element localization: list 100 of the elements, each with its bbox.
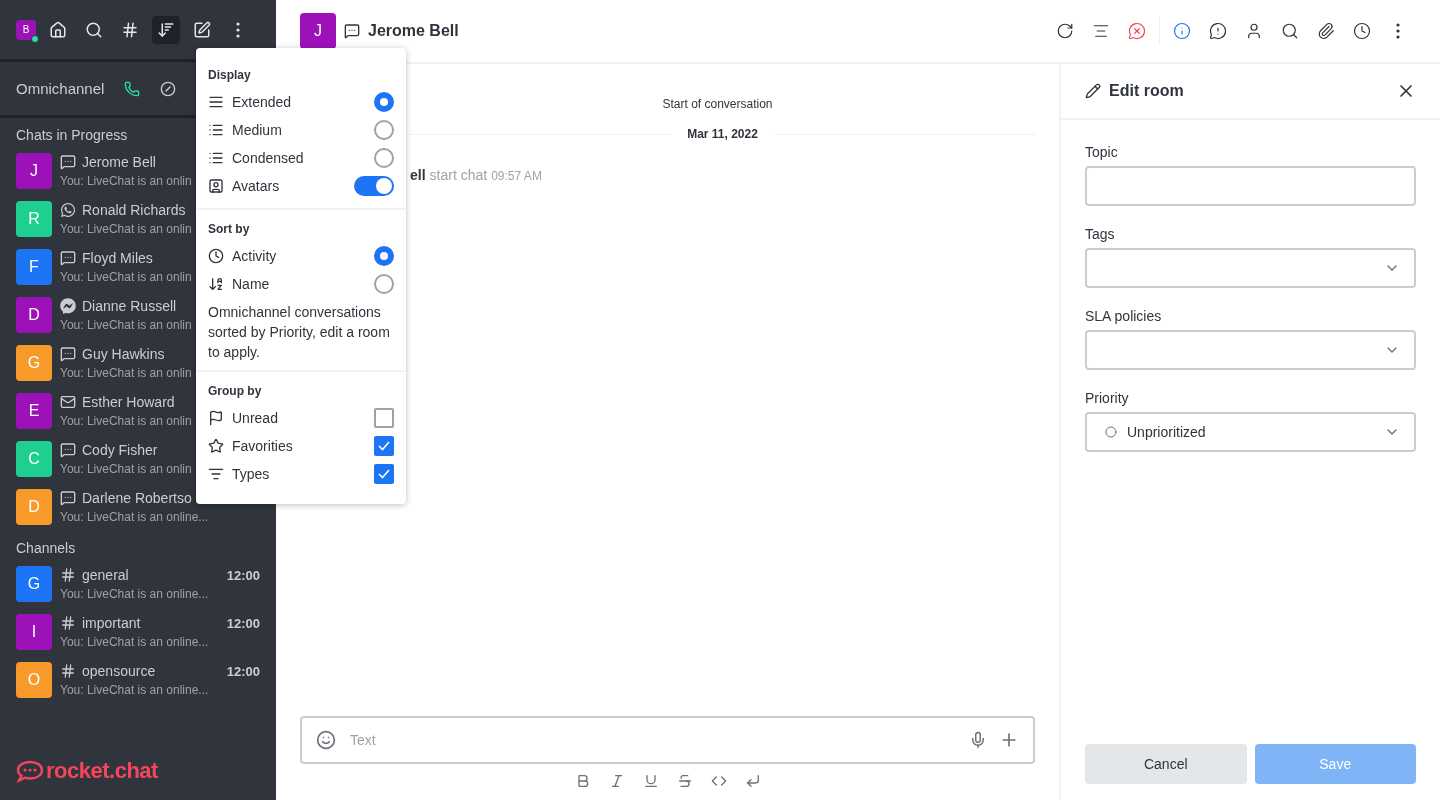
room-time: 12:00 [226,615,260,631]
messenger-icon [60,298,76,314]
menu-item-label[interactable]: Condensed [232,150,366,166]
radio-button[interactable] [374,120,394,140]
room-name[interactable]: Darlene Robertso [82,490,192,506]
message-preview: You: LiveChat is an onlin [60,414,192,428]
room-name[interactable]: Ronald Richards [82,202,186,218]
logo-icon [16,759,44,783]
list-icon [208,122,224,138]
user-avatar[interactable]: B [16,19,36,40]
menu-section-title: Group by [208,384,263,398]
message-preview: You: LiveChat is an online... [60,683,209,697]
section-title: Chats in Progress [16,127,128,143]
menu-section-title: Sort by [208,222,251,236]
section-title: Channels [16,540,76,556]
message-preview: You: LiveChat is an online... [60,510,209,524]
room-avatar: G [16,345,52,381]
menu-item-label[interactable]: Extended [232,94,366,110]
message-preview: You: LiveChat is an onlin [60,222,192,236]
toggle-switch[interactable] [354,176,394,196]
message-preview: You: LiveChat is an online... [60,587,209,601]
sort-icon [157,20,175,39]
input-field[interactable] [1085,166,1416,206]
menu-item-label[interactable]: Unread [232,410,366,426]
hash-icon [60,567,76,583]
code-icon[interactable] [710,773,727,789]
room-avatar: I [16,614,52,650]
room-avatar: J [300,13,336,49]
strikethrough-icon[interactable] [676,773,693,789]
message-preview: You: LiveChat is an onlin [60,174,192,188]
room-name[interactable]: Esther Howard [82,394,175,410]
room-name[interactable]: opensource [82,663,156,679]
radio-button[interactable] [374,148,394,168]
message-text: start chat [429,167,488,183]
chat-bubble-icon [60,490,76,506]
chat-bubble-icon [60,250,76,266]
emoji-icon[interactable] [316,730,336,750]
underline-icon[interactable] [642,773,659,789]
slash-icon[interactable] [160,80,177,97]
message-composer[interactable]: Text [300,716,1035,764]
radio-button[interactable] [374,246,394,266]
menu-section-title: Display [208,68,252,82]
return-icon[interactable] [744,773,761,789]
room-name[interactable]: Guy Hawkins [82,346,165,362]
flag-icon [208,410,224,426]
hash-icon [60,615,76,631]
room-avatar: O [16,662,52,698]
field-label: SLA policies [1085,308,1163,324]
status-dot [31,34,39,43]
microphone-icon[interactable] [969,731,987,749]
message-time: 09:57 AM [491,169,542,183]
checkbox[interactable] [374,464,394,484]
check-icon [377,439,391,453]
search-icon [85,20,103,39]
sort-button[interactable] [152,15,180,44]
lines-icon [208,466,224,482]
select-field[interactable] [1085,330,1416,370]
room-avatar: J [16,153,52,189]
chat-bubble-icon [344,23,360,39]
cancel-button[interactable]: Cancel [1085,744,1247,784]
message-author[interactable]: ell [410,167,426,183]
home-icon [49,20,67,39]
room-name[interactable]: general [82,567,129,583]
message-preview: You: LiveChat is an onlin [60,318,192,332]
omnichannel-label: Omnichannel [16,80,105,97]
field-label: Tags [1085,226,1116,242]
room-avatar: R [16,201,52,237]
star-icon [208,438,224,454]
select-field[interactable] [1085,248,1416,288]
panel-title: Edit room [1109,82,1185,100]
radio-button[interactable] [374,92,394,112]
avatar-icon [208,178,224,194]
select-field[interactable]: Unprioritized [1085,412,1416,452]
chat-bubble-icon [60,346,76,362]
menu-item-label[interactable]: Avatars [232,178,346,194]
room-name[interactable]: Floyd Miles [82,250,153,266]
menu-item-label[interactable]: Types [232,466,366,482]
menu-item-label[interactable]: Medium [232,122,366,138]
menu-item-label[interactable]: Favorities [232,438,366,454]
room-avatar: F [16,249,52,285]
list-icon [208,150,224,166]
checkbox[interactable] [374,436,394,456]
phone-icon[interactable] [124,80,141,97]
circle-icon [1105,426,1117,438]
hash-icon [60,663,76,679]
room-name[interactable]: important [82,615,141,631]
room-name[interactable]: Dianne Russell [82,298,177,314]
checkbox[interactable] [374,408,394,428]
room-title: Jerome Bell [368,22,460,40]
pencil-icon [193,20,211,39]
room-name[interactable]: Jerome Bell [82,154,156,170]
room-time: 12:00 [226,663,260,679]
room-time: 12:00 [226,567,260,583]
room-avatar: G [16,566,52,602]
radio-button[interactable] [374,274,394,294]
directory-icon [121,20,139,39]
room-name[interactable]: Cody Fisher [82,442,158,458]
menu-item-label[interactable]: Name [232,276,366,292]
message-preview: You: LiveChat is an onlin [60,462,192,476]
menu-item-label[interactable]: Activity [232,248,366,264]
